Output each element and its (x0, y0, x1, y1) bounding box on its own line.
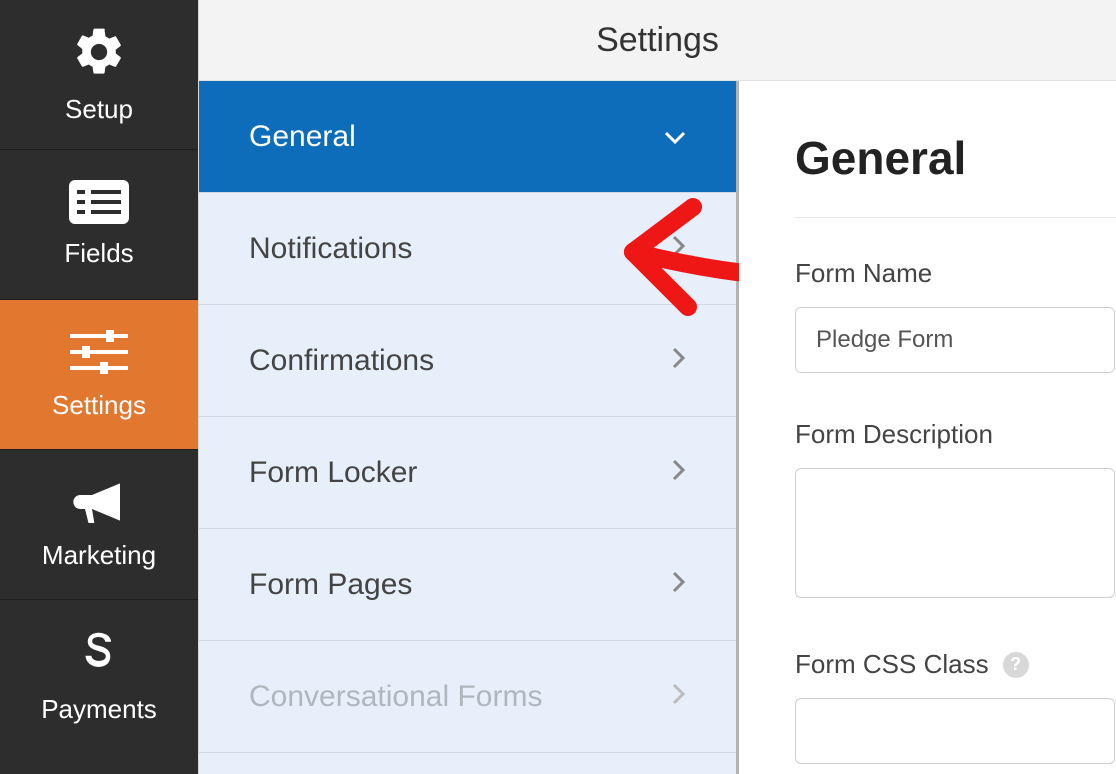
submenu-item-conversational-forms[interactable]: Conversational Forms (199, 641, 736, 753)
form-css-label: Form CSS Class ? (795, 649, 1116, 680)
topbar: Settings (199, 0, 1116, 81)
sidebar-item-payments[interactable]: Payments (0, 600, 198, 750)
submenu-item-general[interactable]: General (199, 81, 736, 193)
app-root: Setup Fields Settings Marketing Payments (0, 0, 1116, 774)
sidebar-item-fields[interactable]: Fields (0, 150, 198, 300)
submenu-item-confirmations[interactable]: Confirmations (199, 305, 736, 417)
content-panel: General Form Name Form Description Form … (739, 81, 1116, 774)
bullhorn-icon (71, 478, 127, 526)
sidebar-item-marketing[interactable]: Marketing (0, 450, 198, 600)
panels: General Notifications Confirmations (199, 81, 1116, 774)
sliders-icon (70, 328, 128, 376)
field-form-name: Form Name (795, 258, 1116, 373)
right-area: Settings General Notifications (198, 0, 1116, 774)
form-description-label: Form Description (795, 419, 1116, 450)
content-heading: General (795, 131, 1116, 185)
submenu-item-label: Form Pages (249, 568, 412, 602)
chevron-right-icon (672, 345, 686, 376)
chevron-right-icon (672, 457, 686, 488)
form-description-input[interactable] (795, 468, 1115, 598)
sidebar-item-setup[interactable]: Setup (0, 0, 198, 150)
chevron-right-icon (672, 569, 686, 600)
gear-icon (71, 24, 127, 80)
form-name-input[interactable] (795, 307, 1115, 373)
chevron-down-icon (664, 121, 686, 152)
field-form-description: Form Description (795, 419, 1116, 603)
sidebar-item-label: Payments (41, 694, 157, 725)
sidebar-item-label: Marketing (42, 540, 156, 571)
submenu-item-form-pages[interactable]: Form Pages (199, 529, 736, 641)
submenu-item-notifications[interactable]: Notifications (199, 193, 736, 305)
list-icon (69, 180, 129, 224)
submenu-item-label: Notifications (249, 232, 412, 266)
sidebar-item-label: Setup (65, 94, 133, 125)
sidebar-item-label: Fields (64, 238, 133, 269)
submenu-item-form-locker[interactable]: Form Locker (199, 417, 736, 529)
chevron-right-icon (672, 681, 686, 712)
page-title: Settings (596, 21, 719, 60)
help-icon[interactable]: ? (1003, 652, 1029, 678)
chevron-right-icon (672, 233, 686, 264)
form-css-input[interactable] (795, 698, 1115, 764)
submenu-item-label: General (249, 120, 356, 154)
settings-submenu: General Notifications Confirmations (199, 81, 739, 774)
form-name-label: Form Name (795, 258, 1116, 289)
sidebar-item-label: Settings (52, 390, 146, 421)
dollar-icon (82, 626, 116, 680)
submenu-item-label: Confirmations (249, 344, 434, 378)
form-css-label-text: Form CSS Class (795, 649, 989, 680)
field-form-css: Form CSS Class ? (795, 649, 1116, 764)
main-sidebar: Setup Fields Settings Marketing Payments (0, 0, 198, 774)
submenu-item-label: Conversational Forms (249, 680, 542, 714)
sidebar-item-settings[interactable]: Settings (0, 300, 198, 450)
divider (795, 217, 1116, 218)
submenu-item-label: Form Locker (249, 456, 417, 490)
